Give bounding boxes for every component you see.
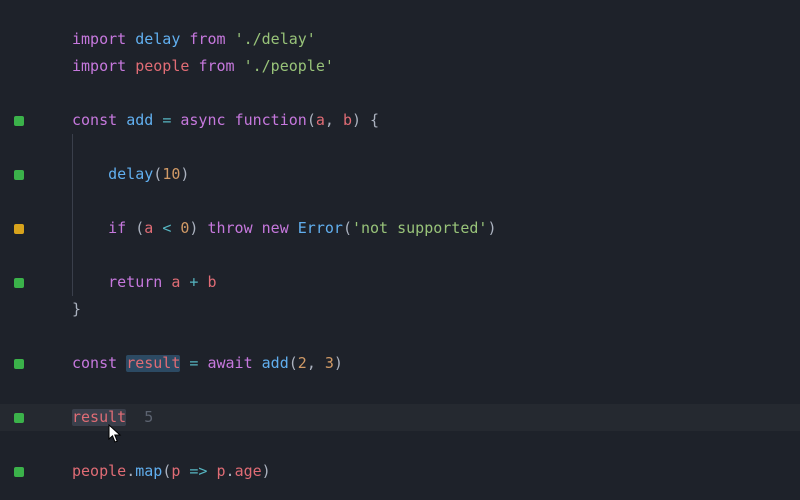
code-line[interactable]: import people from './people' bbox=[0, 53, 800, 80]
coverage-marker-green bbox=[14, 278, 24, 288]
keyword-const: const bbox=[72, 113, 117, 128]
indent-guide bbox=[72, 134, 73, 161]
keyword-from: from bbox=[189, 32, 225, 47]
coverage-marker-green bbox=[14, 170, 24, 180]
code-content: import delay from './delay' bbox=[72, 32, 316, 47]
code-line[interactable] bbox=[0, 377, 800, 404]
code-line[interactable]: const add = async function(a, b) { bbox=[0, 107, 800, 134]
code-line[interactable]: delay(10) bbox=[0, 161, 800, 188]
code-line[interactable] bbox=[0, 80, 800, 107]
code-line[interactable]: return a + b bbox=[0, 269, 800, 296]
indent-guide bbox=[72, 242, 73, 269]
coverage-marker-green bbox=[14, 467, 24, 477]
keyword-return: return bbox=[108, 275, 162, 290]
inline-evaluation: 5 bbox=[144, 410, 153, 425]
string-literal: './delay' bbox=[235, 32, 316, 47]
ident-add: add bbox=[126, 113, 153, 128]
code-content: const add = async function(a, b) { bbox=[72, 113, 379, 128]
coverage-marker-green bbox=[14, 359, 24, 369]
keyword-new: new bbox=[262, 221, 289, 236]
keyword-import: import bbox=[72, 32, 126, 47]
code-line[interactable] bbox=[0, 242, 800, 269]
coverage-marker-green bbox=[14, 116, 24, 126]
indent-guide bbox=[72, 188, 73, 215]
code-line[interactable] bbox=[0, 134, 800, 161]
code-line[interactable]: import delay from './delay' bbox=[0, 26, 800, 53]
keyword-function: function bbox=[235, 113, 307, 128]
code-editor[interactable]: import delay from './delay' import peopl… bbox=[0, 0, 800, 485]
ident-map: map bbox=[135, 464, 162, 479]
code-line-current[interactable]: result 5 bbox=[0, 404, 800, 431]
ident-people: people bbox=[135, 59, 189, 74]
keyword-await: await bbox=[207, 356, 252, 371]
ident-delay: delay bbox=[135, 32, 180, 47]
code-line[interactable]: const result = await add(2, 3) bbox=[0, 350, 800, 377]
gutter bbox=[14, 116, 72, 126]
code-line[interactable] bbox=[0, 323, 800, 350]
coverage-marker-yellow bbox=[14, 224, 24, 234]
coverage-marker-green bbox=[14, 413, 24, 423]
code-line[interactable] bbox=[0, 188, 800, 215]
ident-result: result bbox=[126, 355, 180, 372]
keyword-async: async bbox=[180, 113, 225, 128]
code-content: import people from './people' bbox=[72, 59, 334, 74]
keyword-if: if bbox=[108, 221, 126, 236]
ident-error: Error bbox=[298, 221, 343, 236]
keyword-throw: throw bbox=[207, 221, 252, 236]
ident-result: result bbox=[72, 409, 126, 426]
code-line[interactable]: if (a < 0) throw new Error('not supporte… bbox=[0, 215, 800, 242]
code-line[interactable]: people.map(p => p.age) bbox=[0, 458, 800, 485]
code-line[interactable]: } bbox=[0, 296, 800, 323]
code-line[interactable] bbox=[0, 431, 800, 458]
